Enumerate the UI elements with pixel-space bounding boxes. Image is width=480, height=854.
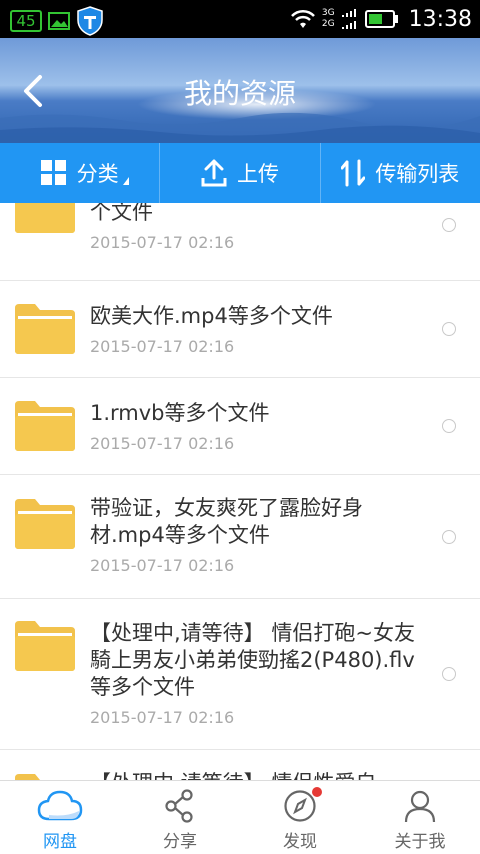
upload-label: 上传: [236, 162, 279, 186]
file-date: 2015-07-17 02:16: [90, 233, 235, 252]
transfer-arrows-icon: [341, 159, 366, 187]
select-radio[interactable]: [442, 218, 456, 232]
nav-item-about-me[interactable]: 关于我: [360, 781, 480, 854]
folder-icon: [15, 401, 75, 451]
file-info: 个文件 2015-07-17 02:16: [90, 203, 415, 254]
folder-icon: [15, 499, 75, 549]
action-toolbar: 分类 上传 传输列表: [0, 143, 480, 203]
select-radio[interactable]: [442, 419, 456, 433]
file-date: 2015-07-17 02:16: [90, 337, 235, 356]
transfer-list-button[interactable]: 传输列表: [321, 143, 480, 203]
list-item[interactable]: 带验证，女友爽死了露脸好身材.mp4等多个文件 2015-07-17 02:16: [0, 475, 480, 599]
security-shield-icon: [77, 6, 103, 36]
signal-indicator: 3G 2G: [322, 8, 335, 30]
file-name: 【处理中,请等待】 情侣打砲~女友騎上男友小弟弟使勁搖2(P480).flv等多…: [90, 621, 415, 699]
share-icon: [165, 789, 193, 823]
bottom-navigation: 网盘 分享 发现 关于我: [0, 780, 480, 854]
status-bar-right: 3G 2G 13:38: [290, 0, 472, 38]
file-date: 2015-07-17 02:16: [90, 556, 235, 575]
transfer-list-label: 传输列表: [375, 162, 460, 186]
notification-dot: [312, 787, 322, 797]
list-item[interactable]: 1.rmvb等多个文件 2015-07-17 02:16: [0, 378, 480, 475]
nav-label-discover: 发现: [283, 832, 317, 852]
file-info: 1.rmvb等多个文件 2015-07-17 02:16: [90, 400, 415, 455]
signal-2g-label: 2G: [321, 19, 335, 29]
select-radio[interactable]: [442, 530, 456, 544]
status-bar-left: 45: [10, 6, 104, 36]
nav-label-share: 分享: [163, 832, 197, 852]
wifi-icon: [290, 9, 315, 28]
folder-icon: [15, 304, 75, 354]
list-item[interactable]: 欧美大作.mp4等多个文件 2015-07-17 02:16: [0, 281, 480, 378]
upload-button[interactable]: 上传: [160, 143, 321, 203]
folder-icon: [15, 774, 71, 780]
nav-label-about-me: 关于我: [394, 832, 446, 852]
battery-icon: [364, 10, 398, 28]
battery-level-indicator: 45: [10, 10, 42, 32]
file-info: 【处理中,请等待】 情侣打砲~女友騎上男友小弟弟使勁搖2(P480).flv等多…: [90, 620, 415, 729]
signal-bars-icon: [341, 9, 356, 29]
nav-label-cloud-disk: 网盘: [43, 832, 77, 852]
category-button[interactable]: 分类: [0, 143, 161, 203]
file-date: 2015-07-17 02:16: [90, 434, 235, 453]
folder-icon: [15, 621, 75, 671]
file-list: 个文件 2015-07-17 02:16 欧美大作.mp4等多个文件 2015-…: [0, 203, 480, 780]
grid-icon: [40, 160, 66, 185]
file-info: 【处理中,请等待】 情侣性爱自: [90, 770, 415, 780]
category-label: 分类: [76, 162, 119, 186]
dropdown-caret-icon: [123, 177, 130, 185]
folder-icon: [15, 203, 75, 233]
list-item[interactable]: 【处理中,请等待】 情侣性爱自: [0, 750, 480, 780]
list-item[interactable]: 【处理中,请等待】 情侣打砲~女友騎上男友小弟弟使勁搖2(P480).flv等多…: [0, 599, 480, 750]
file-info: 欧美大作.mp4等多个文件 2015-07-17 02:16: [90, 303, 415, 358]
cloud-icon: [37, 790, 83, 821]
file-name: 欧美大作.mp4等多个文件: [90, 304, 333, 328]
nav-item-share[interactable]: 分享: [120, 781, 240, 854]
nav-item-discover[interactable]: 发现: [240, 781, 360, 854]
status-bar: 45 3G 2G 13:38: [0, 0, 480, 38]
signal-3g-label: 3G: [321, 8, 335, 18]
file-name: 【处理中,请等待】 情侣性爱自: [90, 770, 415, 780]
file-info: 带验证，女友爽死了露脸好身材.mp4等多个文件 2015-07-17 02:16: [90, 495, 415, 577]
file-name: 1.rmvb等多个文件: [90, 401, 270, 425]
select-radio[interactable]: [442, 667, 456, 681]
status-clock: 13:38: [408, 6, 472, 32]
file-date: 2015-07-17 02:16: [90, 708, 235, 727]
upload-icon: [201, 159, 227, 187]
nav-item-cloud-disk[interactable]: 网盘: [0, 781, 120, 854]
page-title: 我的资源: [183, 77, 296, 110]
header: 我的资源: [0, 38, 480, 143]
gallery-notification-icon: [48, 12, 70, 30]
select-radio[interactable]: [442, 322, 456, 336]
person-icon: [404, 790, 436, 823]
list-item[interactable]: 个文件 2015-07-17 02:16: [0, 203, 480, 281]
file-name: 带验证，女友爽死了露脸好身材.mp4等多个文件: [90, 496, 363, 547]
file-name: 个文件: [90, 203, 153, 224]
